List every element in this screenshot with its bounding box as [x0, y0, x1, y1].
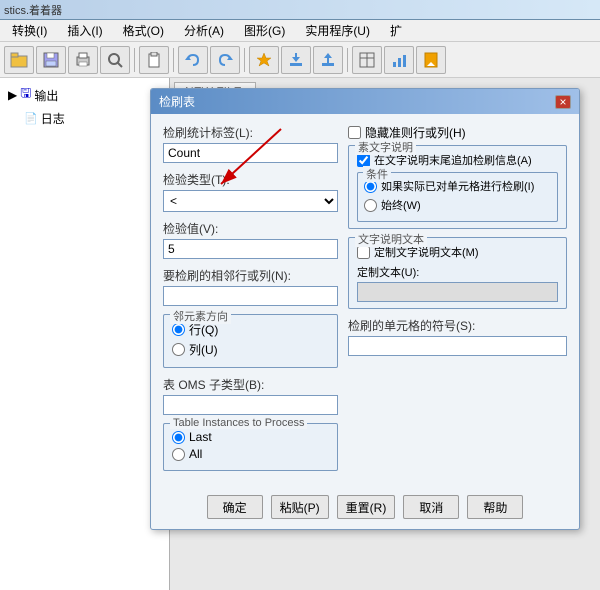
toolbar-separator-2 [173, 48, 174, 72]
text-description-title: 素文字说明 [355, 139, 416, 155]
always-label: 始终(W) [381, 197, 421, 213]
element-direction-title: 邻元素方向 [170, 308, 231, 324]
text-desc-box-title: 文字说明文本 [355, 231, 427, 247]
checkvalue-input[interactable] [163, 239, 338, 259]
toolbar-bookmark[interactable] [416, 46, 446, 74]
label-field-label: 检刷统计标签(L): [163, 124, 338, 141]
last-radio[interactable] [172, 431, 185, 444]
col-radio-group: 列(U) [172, 341, 329, 358]
oms-group: 表 OMS 子类型(B): [163, 376, 338, 415]
if-actual-label: 如果实际已对单元格进行检刷(I) [381, 178, 534, 194]
always-radio[interactable] [364, 199, 377, 212]
menu-insert[interactable]: 插入(I) [63, 20, 106, 41]
element-direction-section: 邻元素方向 行(Q) 列(U) [163, 314, 338, 368]
all-radio[interactable] [172, 448, 185, 461]
menu-utility[interactable]: 实用程序(U) [301, 20, 374, 41]
toolbar-table[interactable] [352, 46, 382, 74]
dialog-title-bar: 检刷表 × [151, 89, 579, 114]
reset-button[interactable]: 重置(R) [337, 495, 396, 519]
adjacent-group: 要检刷的相邻行或列(N): [163, 267, 338, 306]
cell-symbol-input[interactable] [348, 336, 567, 356]
main-area: ▶ 🖫 输出 📄 日志 NEW FILE. 检刷表 × [0, 78, 600, 590]
tree-item-log[interactable]: 📄 日志 [4, 108, 165, 129]
last-radio-label: Last [189, 430, 212, 444]
custom-text-checkbox[interactable] [357, 246, 370, 259]
type-select[interactable]: < > = [163, 190, 338, 212]
toolbar-download[interactable] [281, 46, 311, 74]
cell-symbol-group: 检刷的单元格的符号(S): [348, 317, 567, 356]
table-instances-title: Table Instances to Process [170, 417, 307, 429]
toolbar-undo[interactable] [178, 46, 208, 74]
toolbar-clipboard[interactable] [139, 46, 169, 74]
hidden-rowcol-checkbox[interactable] [348, 126, 361, 139]
menu-bar: 转换(I) 插入(I) 格式(O) 分析(A) 图形(G) 实用程序(U) 扩 [0, 20, 600, 42]
tree-output-label: 输出 [34, 87, 58, 104]
help-button[interactable]: 帮助 [467, 495, 523, 519]
all-radio-label: All [189, 447, 202, 461]
toolbar-search[interactable] [100, 46, 130, 74]
dialog-close-button[interactable]: × [555, 95, 571, 109]
col-radio-label: 列(U) [189, 341, 218, 358]
log-icon: 📄 [24, 112, 38, 125]
custom-text-row: 定制文本(U): [357, 264, 558, 302]
toolbar-star[interactable] [249, 46, 279, 74]
menu-format[interactable]: 格式(O) [119, 20, 168, 41]
cancel-button[interactable]: 取消 [403, 495, 459, 519]
dialog-right-col: 隐藏准则行或列(H) 素文字说明 在文字说明末尾追加检刷信息(A) 条件 [348, 124, 567, 479]
tree-expand-icon: ▶ [8, 88, 17, 102]
paste-button[interactable]: 粘贴(P) [271, 495, 329, 519]
title-bar-text: stics.着着器 [4, 2, 62, 18]
right-panel: NEW FILE. 检刷表 × 检刷统计标签(L): [170, 78, 600, 590]
menu-extend[interactable]: 扩 [386, 20, 406, 41]
type-group: 检验类型(T): < > = [163, 171, 338, 212]
label-input[interactable] [163, 143, 338, 163]
last-radio-group: Last [172, 430, 329, 444]
toolbar-separator-4 [347, 48, 348, 72]
label-group: 检刷统计标签(L): [163, 124, 338, 163]
check-table-dialog: 检刷表 × 检刷统计标签(L): 检验类型(T): [150, 88, 580, 530]
menu-graph[interactable]: 图形(G) [240, 20, 289, 41]
menu-analyze[interactable]: 分析(A) [180, 20, 228, 41]
toolbar-print[interactable] [68, 46, 98, 74]
oms-input[interactable] [163, 395, 338, 415]
tree-log-label: 日志 [41, 110, 65, 127]
tree-item-output[interactable]: ▶ 🖫 输出 [4, 82, 165, 108]
dialog-footer: 确定 粘贴(P) 重置(R) 取消 帮助 [151, 489, 579, 529]
toolbar-redo[interactable] [210, 46, 240, 74]
toolbar-open[interactable] [4, 46, 34, 74]
oms-label: 表 OMS 子类型(B): [163, 376, 338, 393]
always-radio-group: 始终(W) [364, 197, 551, 213]
condition-title: 条件 [363, 166, 391, 182]
adjacent-label: 要检刷的相邻行或列(N): [163, 267, 338, 284]
toolbar-chart[interactable] [384, 46, 414, 74]
dialog-left-col: 检刷统计标签(L): 检验类型(T): < > = 检 [163, 124, 338, 479]
title-bar: stics.着着器 [0, 0, 600, 20]
left-panel: ▶ 🖫 输出 📄 日志 [0, 78, 170, 590]
all-radio-group: All [172, 447, 329, 461]
ok-button[interactable]: 确定 [207, 495, 263, 519]
toolbar-separator-3 [244, 48, 245, 72]
dialog-body: 检刷统计标签(L): 检验类型(T): < > = 检 [151, 114, 579, 489]
text-description-section: 素文字说明 在文字说明末尾追加检刷信息(A) 条件 如果实际已对单元格进行检刷(… [348, 145, 567, 229]
checkvalue-label: 检验值(V): [163, 220, 338, 237]
cell-symbol-label: 检刷的单元格的符号(S): [348, 317, 567, 334]
toolbar [0, 42, 600, 78]
toolbar-save[interactable] [36, 46, 66, 74]
toolbar-separator-1 [134, 48, 135, 72]
menu-convert[interactable]: 转换(I) [8, 20, 51, 41]
custom-text-input-label: 定制文本(U): [357, 264, 558, 280]
checkvalue-group: 检验值(V): [163, 220, 338, 259]
toolbar-upload[interactable] [313, 46, 343, 74]
text-desc-box-section: 文字说明文本 定制文字说明文本(M) 定制文本(U): [348, 237, 567, 309]
if-actual-radio-group: 如果实际已对单元格进行检刷(I) [364, 178, 551, 194]
type-field-label: 检验类型(T): [163, 171, 338, 188]
output-icon: 🖫 [20, 84, 31, 106]
table-instances-section: Table Instances to Process Last All [163, 423, 338, 471]
adjacent-input[interactable] [163, 286, 338, 306]
add-info-checkbox[interactable] [357, 154, 370, 167]
custom-text-input[interactable] [357, 282, 558, 302]
row-radio[interactable] [172, 323, 185, 336]
dialog-title: 检刷表 [159, 93, 195, 110]
col-radio[interactable] [172, 343, 185, 356]
